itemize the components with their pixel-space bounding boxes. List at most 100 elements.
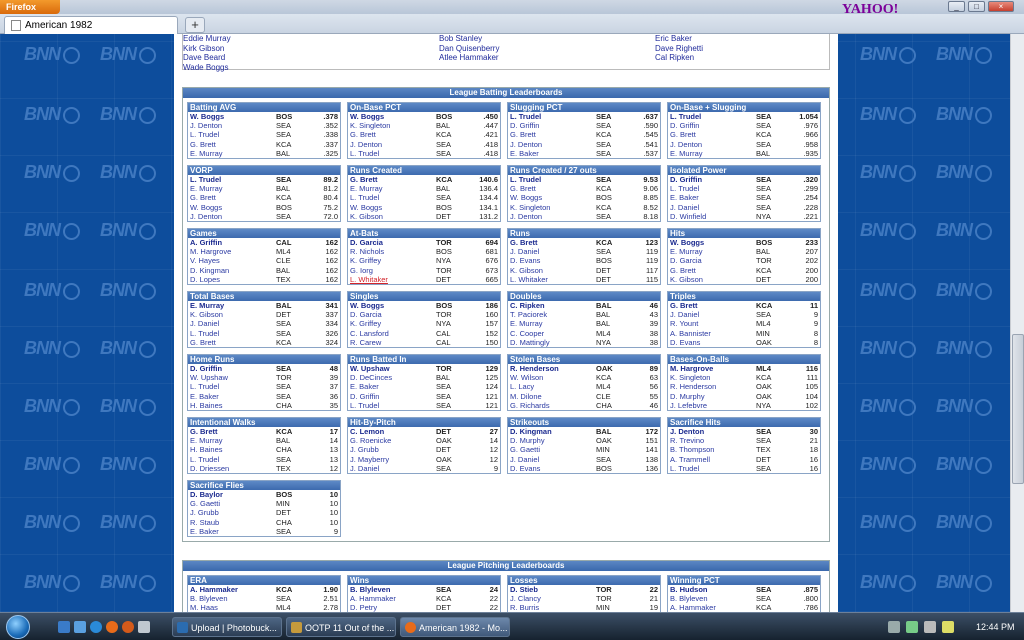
player-name-link[interactable]: B. Blyleven <box>670 594 708 603</box>
player-name-link[interactable]: D. Griffin <box>670 121 699 130</box>
task-upload-photobucket[interactable]: Upload | Photobuck... <box>172 617 282 637</box>
player-name-link[interactable]: R. Trevino <box>670 436 704 445</box>
player-name-link[interactable]: J. Daniel <box>670 310 699 319</box>
scrollbar-thumb[interactable] <box>1012 334 1024 484</box>
player-name-link[interactable]: B. Blyleven <box>190 594 228 603</box>
player-name-link[interactable]: W. Boggs <box>350 203 382 212</box>
player-name-link[interactable]: W. Wilson <box>510 373 543 382</box>
player-name-link[interactable]: R. Yount <box>670 319 698 328</box>
player-name-link[interactable]: D. Griffin <box>350 392 379 401</box>
player-name-link[interactable]: J. Lefebvre <box>670 401 707 410</box>
player-name-link[interactable]: K. Singleton <box>510 203 550 212</box>
tray-app-icon[interactable] <box>942 621 954 633</box>
player-name-link[interactable]: D. Murphy <box>670 392 705 401</box>
internet-explorer-icon[interactable] <box>90 621 102 633</box>
player-name-link[interactable]: E. Baker <box>510 149 539 158</box>
firefox-quicklaunch-icon[interactable] <box>122 621 134 633</box>
maximize-button[interactable]: □ <box>968 1 985 12</box>
player-name-link[interactable]: T. Paciorek <box>510 310 547 319</box>
player-name-link[interactable]: E. Baker <box>190 392 219 401</box>
player-name-link[interactable]: G. Brett <box>190 427 218 436</box>
player-name-link[interactable]: K. Gibson <box>670 275 703 284</box>
player-name-link[interactable]: E. Murray <box>190 184 223 193</box>
player-link[interactable]: Atlee Hammaker <box>439 53 499 63</box>
player-name-link[interactable]: V. Hayes <box>190 256 220 265</box>
player-name-link[interactable]: L. Trudel <box>350 401 379 410</box>
player-name-link[interactable]: B. Hudson <box>670 585 708 594</box>
tab-american-1982[interactable]: American 1982 <box>4 16 178 34</box>
player-name-link[interactable]: G. Brett <box>510 130 536 139</box>
player-name-link[interactable]: W. Boggs <box>190 112 224 121</box>
player-name-link[interactable]: D. Kingman <box>190 266 229 275</box>
switch-windows-icon[interactable] <box>74 621 86 633</box>
player-name-link[interactable]: J. Denton <box>190 121 222 130</box>
player-name-link[interactable]: C. Lansford <box>350 329 389 338</box>
volume-icon[interactable] <box>924 621 936 633</box>
player-name-link[interactable]: D. Garcia <box>350 238 383 247</box>
player-link[interactable]: Eric Baker <box>655 34 692 44</box>
player-name-link[interactable]: M. Hargrove <box>190 247 231 256</box>
player-name-link[interactable]: D. Griffin <box>510 121 539 130</box>
player-name-link[interactable]: G. Brett <box>670 301 698 310</box>
player-name-link[interactable]: R. Henderson <box>510 364 559 373</box>
player-name-link[interactable]: A. Hammaker <box>190 585 238 594</box>
player-name-link[interactable]: G. Brett <box>670 266 696 275</box>
player-name-link[interactable]: D. Petry <box>350 603 377 612</box>
player-link[interactable]: Dave Beard <box>183 53 225 63</box>
player-name-link[interactable]: D. Winfield <box>670 212 706 221</box>
player-name-link[interactable]: M. Dilone <box>510 392 542 401</box>
player-name-link[interactable]: G. Iorg <box>350 266 373 275</box>
player-name-link[interactable]: J. Daniel <box>670 203 699 212</box>
player-name-link[interactable]: G. Brett <box>190 140 216 149</box>
player-name-link[interactable]: L. Trudel <box>510 112 541 121</box>
player-name-link[interactable]: E. Murray <box>670 149 703 158</box>
player-name-link[interactable]: K. Gibson <box>350 212 383 221</box>
player-name-link[interactable]: H. Baines <box>190 401 223 410</box>
player-name-link[interactable]: K. Griffey <box>350 256 381 265</box>
player-name-link[interactable]: L. Trudel <box>670 184 699 193</box>
tray-icon[interactable] <box>888 621 900 633</box>
player-name-link[interactable]: D. Mattingly <box>510 338 550 347</box>
player-name-link[interactable]: K. Singleton <box>350 121 390 130</box>
player-link[interactable]: Bob Stanley <box>439 34 482 44</box>
player-link[interactable]: Dan Quisenberry <box>439 44 499 54</box>
player-name-link[interactable]: J. Daniel <box>190 319 219 328</box>
player-name-link[interactable]: L. Trudel <box>190 329 219 338</box>
player-name-link[interactable]: E. Baker <box>670 193 699 202</box>
player-name-link[interactable]: L. Whitaker <box>350 275 388 284</box>
player-name-link[interactable]: D. Evans <box>670 338 700 347</box>
player-name-link[interactable]: K. Gibson <box>190 310 223 319</box>
player-name-link[interactable]: J. Denton <box>670 140 702 149</box>
player-name-link[interactable]: E. Murray <box>190 436 223 445</box>
player-name-link[interactable]: E. Baker <box>190 527 219 536</box>
player-name-link[interactable]: R. Staub <box>190 518 219 527</box>
player-name-link[interactable]: L. Trudel <box>350 193 379 202</box>
show-desktop-icon[interactable] <box>58 621 70 633</box>
player-name-link[interactable]: J. Denton <box>510 212 542 221</box>
start-button[interactable] <box>6 615 30 639</box>
player-name-link[interactable]: J. Grubb <box>190 508 219 517</box>
task-american-1982[interactable]: American 1982 - Mo... <box>400 617 510 637</box>
player-name-link[interactable]: D. Baylor <box>190 490 223 499</box>
player-name-link[interactable]: A. Hammaker <box>350 594 396 603</box>
player-name-link[interactable]: J. Denton <box>510 140 542 149</box>
player-name-link[interactable]: D. Evans <box>510 464 540 473</box>
player-name-link[interactable]: B. Thompson <box>670 445 714 454</box>
player-name-link[interactable]: E. Murray <box>350 184 383 193</box>
player-name-link[interactable]: W. Boggs <box>670 238 704 247</box>
player-name-link[interactable]: L. Lacy <box>510 382 534 391</box>
player-name-link[interactable]: L. Trudel <box>350 149 379 158</box>
player-link[interactable]: Kirk Gibson <box>183 44 224 54</box>
player-name-link[interactable]: J. Daniel <box>510 247 539 256</box>
player-name-link[interactable]: D. Lopes <box>190 275 220 284</box>
player-name-link[interactable]: E. Murray <box>190 301 224 310</box>
minimize-button[interactable]: _ <box>948 1 965 12</box>
player-name-link[interactable]: J. Grubb <box>350 445 379 454</box>
player-name-link[interactable]: G. Brett <box>350 175 378 184</box>
player-name-link[interactable]: L. Trudel <box>190 175 221 184</box>
player-name-link[interactable]: J. Mayberry <box>350 455 389 464</box>
player-name-link[interactable]: L. Trudel <box>190 130 219 139</box>
player-name-link[interactable]: C. Cooper <box>510 329 544 338</box>
player-name-link[interactable]: E. Baker <box>350 382 379 391</box>
close-button[interactable]: × <box>988 1 1014 12</box>
